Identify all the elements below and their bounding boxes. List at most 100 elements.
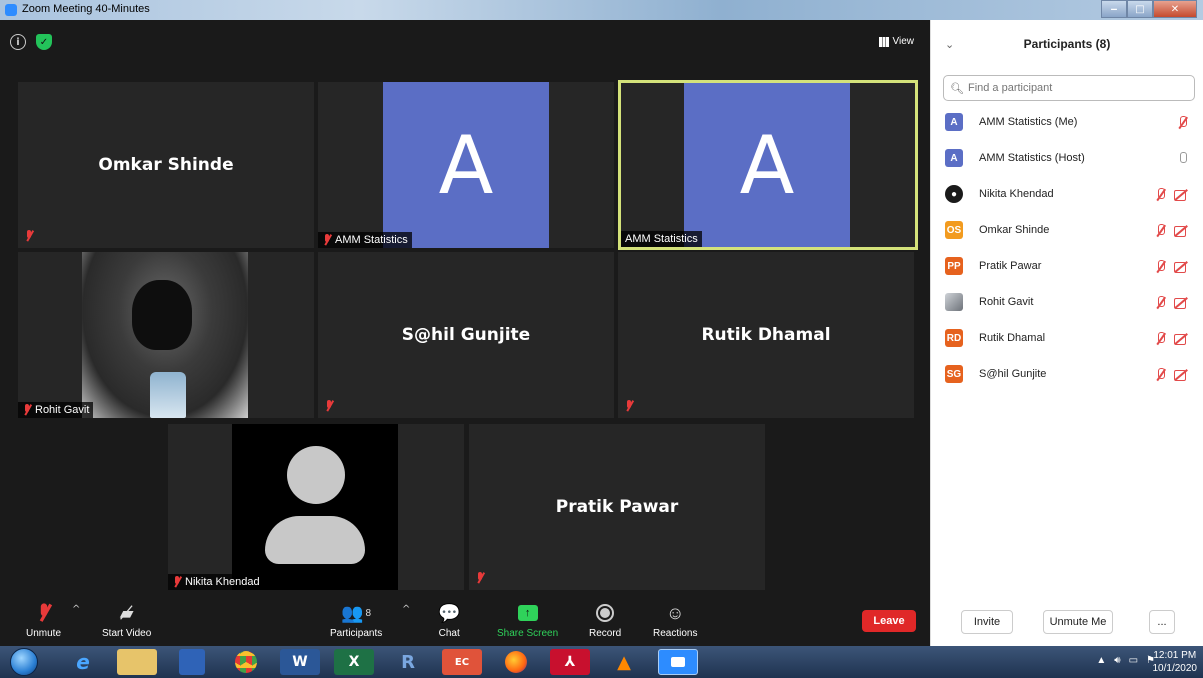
show-hidden-icons-icon[interactable]: ▲ xyxy=(1096,655,1106,666)
video-off-icon[interactable] xyxy=(1174,261,1188,273)
more-options-button[interactable]: ... xyxy=(1149,610,1175,634)
participant-row[interactable]: Rohit Gavit xyxy=(931,284,1203,320)
mic-muted-icon xyxy=(24,230,34,242)
vlc-icon[interactable]: ▲ xyxy=(604,649,644,675)
participant-name: Pratik Pawar xyxy=(979,260,1042,272)
mic-muted-icon[interactable] xyxy=(1177,115,1188,129)
unmute-me-button[interactable]: Unmute Me xyxy=(1043,610,1113,634)
mic-muted-icon[interactable] xyxy=(1155,223,1166,237)
share-screen-button[interactable]: ↑ Share Screen xyxy=(497,602,558,639)
video-off-icon[interactable] xyxy=(1174,225,1188,237)
zoom-app-icon xyxy=(5,4,17,16)
participant-row[interactable]: SG S@hil Gunjite xyxy=(931,356,1203,392)
participants-options-caret-icon[interactable]: ^ xyxy=(402,604,410,615)
leave-button[interactable]: Leave xyxy=(862,610,916,632)
record-icon xyxy=(596,604,615,622)
volume-icon[interactable]: 🔊︎ xyxy=(1114,655,1120,666)
person-icon xyxy=(287,446,345,504)
system-tray: ▲ 🔊︎ ▭ ⚑ xyxy=(1096,655,1155,666)
search-input[interactable] xyxy=(967,82,1178,94)
participants-panel: ⌄ Participants (8) 🔍︎ A AMM Statistics (… xyxy=(930,20,1203,646)
ec-app-icon[interactable]: EC xyxy=(442,649,482,675)
participant-avatar: A xyxy=(945,149,963,167)
participant-name: S@hil Gunjite xyxy=(979,368,1047,380)
participant-label: Rohit Gavit xyxy=(18,402,94,418)
record-button[interactable]: Record xyxy=(589,602,621,639)
smiley-icon: ☺ xyxy=(666,602,685,623)
participant-label-text: Rohit Gavit xyxy=(35,404,90,416)
participant-avatar: A xyxy=(945,113,963,131)
mic-muted-icon[interactable] xyxy=(1155,259,1166,273)
mic-muted-icon xyxy=(624,400,634,412)
video-off-icon[interactable] xyxy=(1174,369,1188,381)
participants-button[interactable]: 👥 8 Participants xyxy=(330,602,382,640)
participant-label-text: AMM Statistics xyxy=(335,234,408,246)
video-tile-pratik[interactable]: Pratik Pawar xyxy=(469,424,765,590)
word-icon[interactable]: W xyxy=(280,649,320,675)
chat-button[interactable]: 💬 Chat xyxy=(438,602,460,640)
start-button[interactable] xyxy=(10,648,38,676)
maximize-button[interactable]: □ xyxy=(1127,0,1153,18)
participant-row[interactable]: A AMM Statistics (Me) xyxy=(931,104,1203,140)
zoom-window: Zoom Meeting 40-Minutes ‒ □ ✕ i ✓ View O… xyxy=(0,0,1203,678)
zoom-taskbar-icon[interactable] xyxy=(658,649,698,675)
unmute-button[interactable]: Unmute xyxy=(26,602,61,639)
microphone-icon[interactable] xyxy=(1177,151,1188,165)
video-off-icon[interactable] xyxy=(1174,297,1188,309)
video-tile-nikita[interactable]: Nikita Khendad xyxy=(168,424,464,590)
mic-muted-icon xyxy=(475,572,485,584)
mic-muted-icon[interactable] xyxy=(1155,295,1166,309)
video-tile-rohit[interactable]: Rohit Gavit xyxy=(18,252,314,418)
participant-name: Rutik Dhamal xyxy=(701,325,831,345)
info-icon[interactable]: i xyxy=(10,34,26,50)
meeting-toolbar: Unmute ^ ▰̸ Start Video 👥 8 Participants … xyxy=(0,596,930,646)
participant-name: Pratik Pawar xyxy=(555,497,679,517)
minimize-button[interactable]: ‒ xyxy=(1101,0,1127,18)
participants-icon: 👥 xyxy=(341,602,364,623)
video-tile-rutik[interactable]: Rutik Dhamal xyxy=(618,252,914,418)
reactions-button[interactable]: ☺ Reactions xyxy=(653,602,697,640)
acrobat-icon[interactable]: ⅄ xyxy=(550,649,590,675)
participant-row[interactable]: ● Nikita Khendad xyxy=(931,176,1203,212)
video-tile-omkar[interactable]: Omkar Shinde xyxy=(18,82,314,248)
close-button[interactable]: ✕ xyxy=(1153,0,1197,18)
video-off-icon[interactable] xyxy=(1174,333,1188,345)
firefox-icon[interactable] xyxy=(496,649,536,675)
chrome-icon[interactable] xyxy=(226,649,266,675)
video-off-icon[interactable] xyxy=(1174,189,1188,201)
video-gallery: i ✓ View Omkar Shinde A AMM Statistics A… xyxy=(0,20,930,646)
windows-taskbar: e W X R EC ⅄ ▲ ▲ 🔊︎ ▭ ⚑ 12:01 PM 10/1/20… xyxy=(0,646,1203,678)
participant-row[interactable]: A AMM Statistics (Host) xyxy=(931,140,1203,176)
r-language-icon[interactable]: R xyxy=(388,649,428,675)
mic-muted-icon[interactable] xyxy=(1155,367,1166,381)
participant-label-text: Nikita Khendad xyxy=(185,576,260,588)
file-explorer-icon[interactable] xyxy=(117,649,157,675)
view-button-label: View xyxy=(892,36,915,47)
system-clock[interactable]: 12:01 PM 10/1/2020 xyxy=(1153,649,1198,675)
share-screen-icon: ↑ xyxy=(517,605,538,621)
security-shield-icon[interactable]: ✓ xyxy=(36,34,52,50)
video-off-icon: ▰̸ xyxy=(119,602,134,623)
view-button[interactable]: View xyxy=(878,36,915,47)
media-player-icon[interactable] xyxy=(179,649,205,675)
video-tile-sahil[interactable]: S@hil Gunjite xyxy=(318,252,614,418)
participant-avatar: OS xyxy=(945,221,963,239)
mic-muted-icon[interactable] xyxy=(1155,331,1166,345)
mic-muted-icon[interactable] xyxy=(1155,187,1166,201)
video-tile-amm-statistics-active[interactable]: A AMM Statistics xyxy=(618,80,918,250)
participant-row[interactable]: OS Omkar Shinde xyxy=(931,212,1203,248)
participant-name: Omkar Shinde xyxy=(979,224,1050,236)
excel-icon[interactable]: X xyxy=(334,649,374,675)
internet-explorer-icon[interactable]: e xyxy=(63,649,103,675)
participant-row[interactable]: PP Pratik Pawar xyxy=(931,248,1203,284)
invite-button[interactable]: Invite xyxy=(961,610,1013,634)
avatar: A xyxy=(684,82,850,248)
participant-search[interactable]: 🔍︎ xyxy=(943,75,1195,101)
participant-row[interactable]: RD Rutik Dhamal xyxy=(931,320,1203,356)
network-icon[interactable]: ▭ xyxy=(1129,655,1138,666)
participant-name: AMM Statistics (Host) xyxy=(979,152,1085,164)
panel-title: Participants (8) xyxy=(1023,37,1111,51)
audio-options-caret-icon[interactable]: ^ xyxy=(72,604,80,615)
video-tile-amm-statistics[interactable]: A AMM Statistics xyxy=(318,82,614,248)
start-video-button[interactable]: ▰̸ Start Video xyxy=(102,602,151,640)
